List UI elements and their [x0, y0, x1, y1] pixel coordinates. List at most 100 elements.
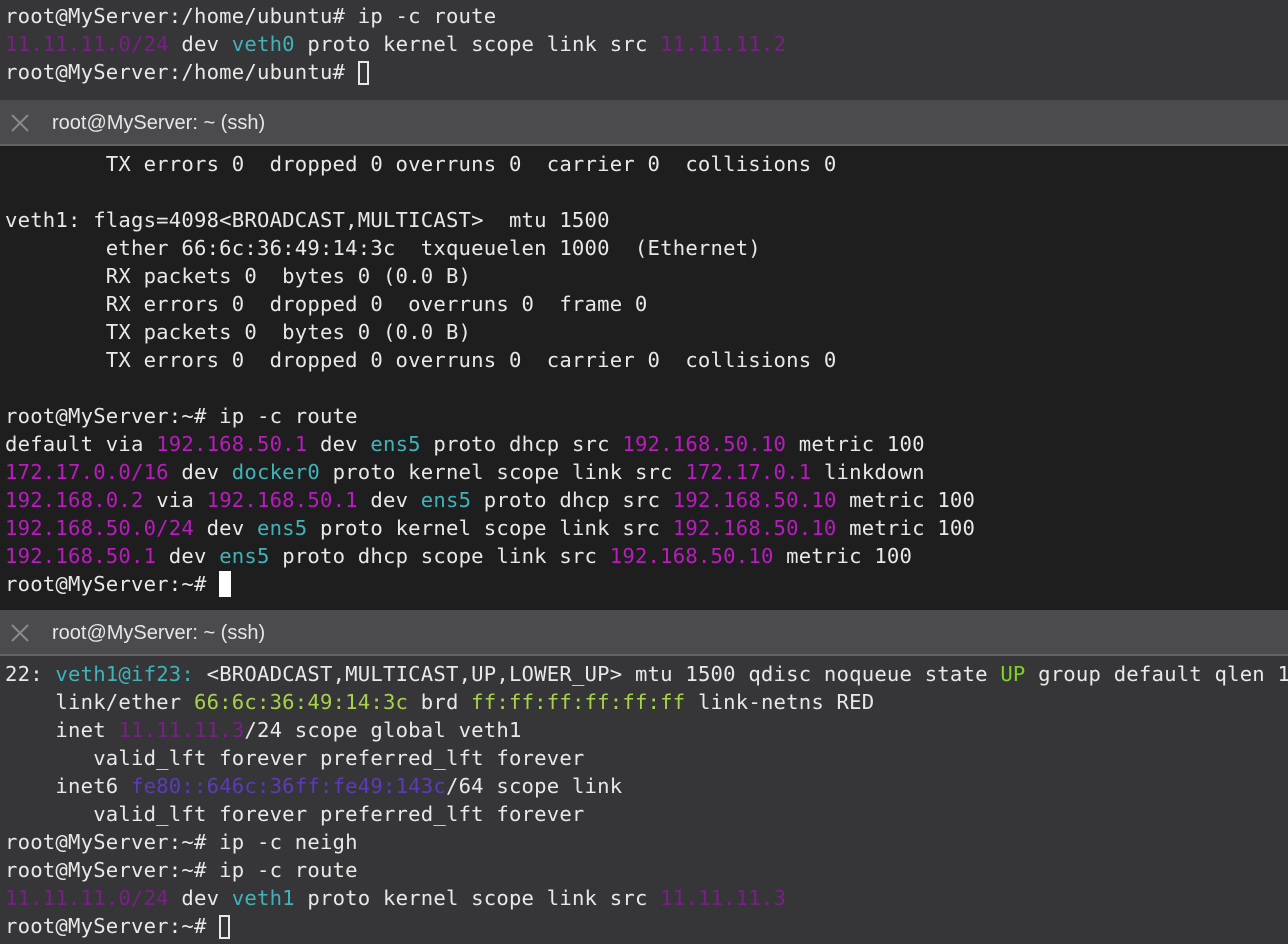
route-text: proto kernel scope link src	[319, 460, 686, 484]
terminal-line: RX errors 0 dropped 0 overruns 0 frame 0	[5, 292, 648, 316]
close-icon[interactable]	[10, 113, 30, 133]
route-interface: ens5	[370, 432, 421, 456]
terminal-line: veth1: flags=4098<BROADCAST,MULTICAST> m…	[5, 208, 610, 232]
terminal-line: link/ether 66:6c:36:49:14:3c brd ff:ff:f…	[5, 688, 1288, 716]
broadcast-address: ff:ff:ff:ff:ff:ff	[471, 690, 686, 714]
link-index: 22:	[5, 662, 56, 686]
route-text: dev	[168, 460, 232, 484]
link-text: /64 scope link	[445, 774, 623, 798]
terminal-line: inet 11.11.11.3/24 scope global veth1	[5, 716, 1288, 744]
link-text: inet	[5, 718, 119, 742]
route-line: 192.168.0.2 via 192.168.50.1 dev ens5 pr…	[5, 486, 1288, 514]
terminal-line: TX packets 0 bytes 0 (0.0 B)	[5, 320, 472, 344]
route-line: 192.168.50.1 dev ens5 proto dhcp scope l…	[5, 542, 1288, 570]
route-text: dev	[168, 886, 232, 910]
text-cursor	[219, 571, 232, 597]
route-source-ip: 192.168.50.10	[609, 544, 774, 568]
middle-terminal-pane[interactable]: TX errors 0 dropped 0 overruns 0 carrier…	[0, 146, 1288, 610]
route-text: proto kernel scope link src	[294, 32, 661, 56]
route-line: 172.17.0.0/16 dev docker0 proto kernel s…	[5, 458, 1288, 486]
terminal-line: RX packets 0 bytes 0 (0.0 B)	[5, 264, 472, 288]
link-text: link-netns RED	[685, 690, 875, 714]
terminal-line: 22: veth1@if23: <BROADCAST,MULTICAST,UP,…	[5, 660, 1288, 688]
route-text: metric 100	[786, 432, 925, 456]
shell-prompt: root@MyServer:/home/ubuntu#	[5, 60, 358, 84]
terminal-line: root@MyServer:/home/ubuntu# ip -c route	[5, 4, 497, 28]
terminal-line: 11.11.11.0/24 dev veth0 proto kernel sco…	[5, 30, 1288, 58]
route-line: default via 192.168.50.1 dev ens5 proto …	[5, 430, 1288, 458]
route-interface: ens5	[219, 544, 270, 568]
route-source-ip: 11.11.11.3	[660, 886, 787, 910]
route-interface: docker0	[231, 460, 320, 484]
terminal-line: root@MyServer:~# ip -c neigh	[5, 830, 358, 854]
route-line: 11.11.11.0/24 dev veth1 proto kernel sco…	[5, 884, 1288, 912]
middle-terminal-output: TX errors 0 dropped 0 overruns 0 carrier…	[5, 150, 1288, 598]
ipv6-address: fe80::646c:36ff:fe49:143c	[131, 774, 446, 798]
route-gateway: 192.168.50.1	[156, 432, 308, 456]
bottom-terminal-pane[interactable]: 22: veth1@if23: <BROADCAST,MULTICAST,UP,…	[0, 656, 1288, 944]
terminal-line: inet6 fe80::646c:36ff:fe49:143c/64 scope…	[5, 772, 1288, 800]
route-interface: ens5	[256, 516, 308, 540]
terminal-line: root@MyServer:~# ip -c route	[5, 858, 358, 882]
terminal-tab-bar: root@MyServer: ~ (ssh)	[0, 610, 1288, 656]
link-text: /24 scope global veth1	[244, 718, 522, 742]
shell-prompt: root@MyServer:~#	[5, 914, 220, 938]
terminal-prompt-line: root@MyServer:~#	[5, 570, 1288, 598]
route-interface: veth0	[231, 32, 295, 56]
interface-name: veth1@if23:	[55, 662, 194, 686]
route-text: proto kernel scope link src	[294, 886, 661, 910]
route-text: dev	[357, 488, 421, 512]
route-source-ip: 192.168.50.10	[672, 488, 837, 512]
terminal-line: ether 66:6c:36:49:14:3c txqueuelen 1000 …	[5, 236, 761, 260]
link-text: group default qlen 1000	[1038, 662, 1288, 686]
tab-title[interactable]: root@MyServer: ~ (ssh)	[52, 112, 265, 135]
route-text: metric 100	[836, 516, 976, 540]
mac-address: 66:6c:36:49:14:3c	[193, 690, 409, 714]
terminal-line: TX errors 0 dropped 0 overruns 0 carrier…	[5, 152, 837, 176]
route-interface: veth1	[231, 886, 295, 910]
route-text: via	[143, 488, 207, 512]
terminal-line: root@MyServer:~# ip -c route	[5, 404, 358, 428]
terminal-line: valid_lft forever preferred_lft forever	[5, 802, 585, 826]
route-gateway: 192.168.50.1	[206, 488, 358, 512]
close-icon[interactable]	[10, 623, 30, 643]
route-text: proto dhcp src	[420, 432, 623, 456]
route-source-ip: 192.168.50.10	[622, 432, 787, 456]
terminal-line: TX errors 0 dropped 0 overruns 0 carrier…	[5, 348, 837, 372]
route-line: 192.168.50.0/24 dev ens5 proto kernel sc…	[5, 514, 1288, 542]
shell-prompt: root@MyServer:~#	[5, 572, 220, 596]
route-text: linkdown	[811, 460, 925, 484]
text-cursor	[357, 61, 369, 85]
terminal-line: valid_lft forever preferred_lft forever	[5, 746, 585, 770]
tab-title[interactable]: root@MyServer: ~ (ssh)	[52, 622, 265, 645]
ipv4-address: 11.11.11.3	[118, 718, 245, 742]
route-text: proto dhcp scope link src	[269, 544, 610, 568]
route-text: default via	[5, 432, 157, 456]
link-text: link/ether	[5, 690, 194, 714]
bottom-terminal-output: 22: veth1@if23: <BROADCAST,MULTICAST,UP,…	[5, 660, 1288, 940]
route-text: proto dhcp src	[471, 488, 673, 512]
route-network: 192.168.0.2	[5, 488, 144, 512]
route-text: dev	[193, 516, 257, 540]
route-network: 192.168.50.1	[5, 544, 157, 568]
link-state: UP	[1000, 662, 1026, 686]
route-network: 11.11.11.0/24	[5, 32, 169, 56]
route-text: metric 100	[836, 488, 976, 512]
link-text: inet6	[5, 774, 131, 798]
terminal-prompt-line: root@MyServer:/home/ubuntu#	[5, 58, 1288, 86]
link-text: brd	[408, 690, 472, 714]
route-text: dev	[307, 432, 371, 456]
route-interface: ens5	[420, 488, 472, 512]
link-text: <BROADCAST,MULTICAST,UP,LOWER_UP> mtu 15…	[194, 662, 1001, 686]
route-network: 172.17.0.0/16	[5, 460, 169, 484]
route-network: 11.11.11.0/24	[5, 886, 169, 910]
route-text: dev	[156, 544, 220, 568]
route-network: 192.168.50.0/24	[5, 516, 194, 540]
route-text: metric 100	[773, 544, 913, 568]
text-cursor	[219, 915, 231, 939]
terminal-prompt-line: root@MyServer:~#	[5, 912, 1288, 940]
top-terminal-pane[interactable]: root@MyServer:/home/ubuntu# ip -c route …	[0, 0, 1288, 100]
route-source-ip: 172.17.0.1	[685, 460, 812, 484]
